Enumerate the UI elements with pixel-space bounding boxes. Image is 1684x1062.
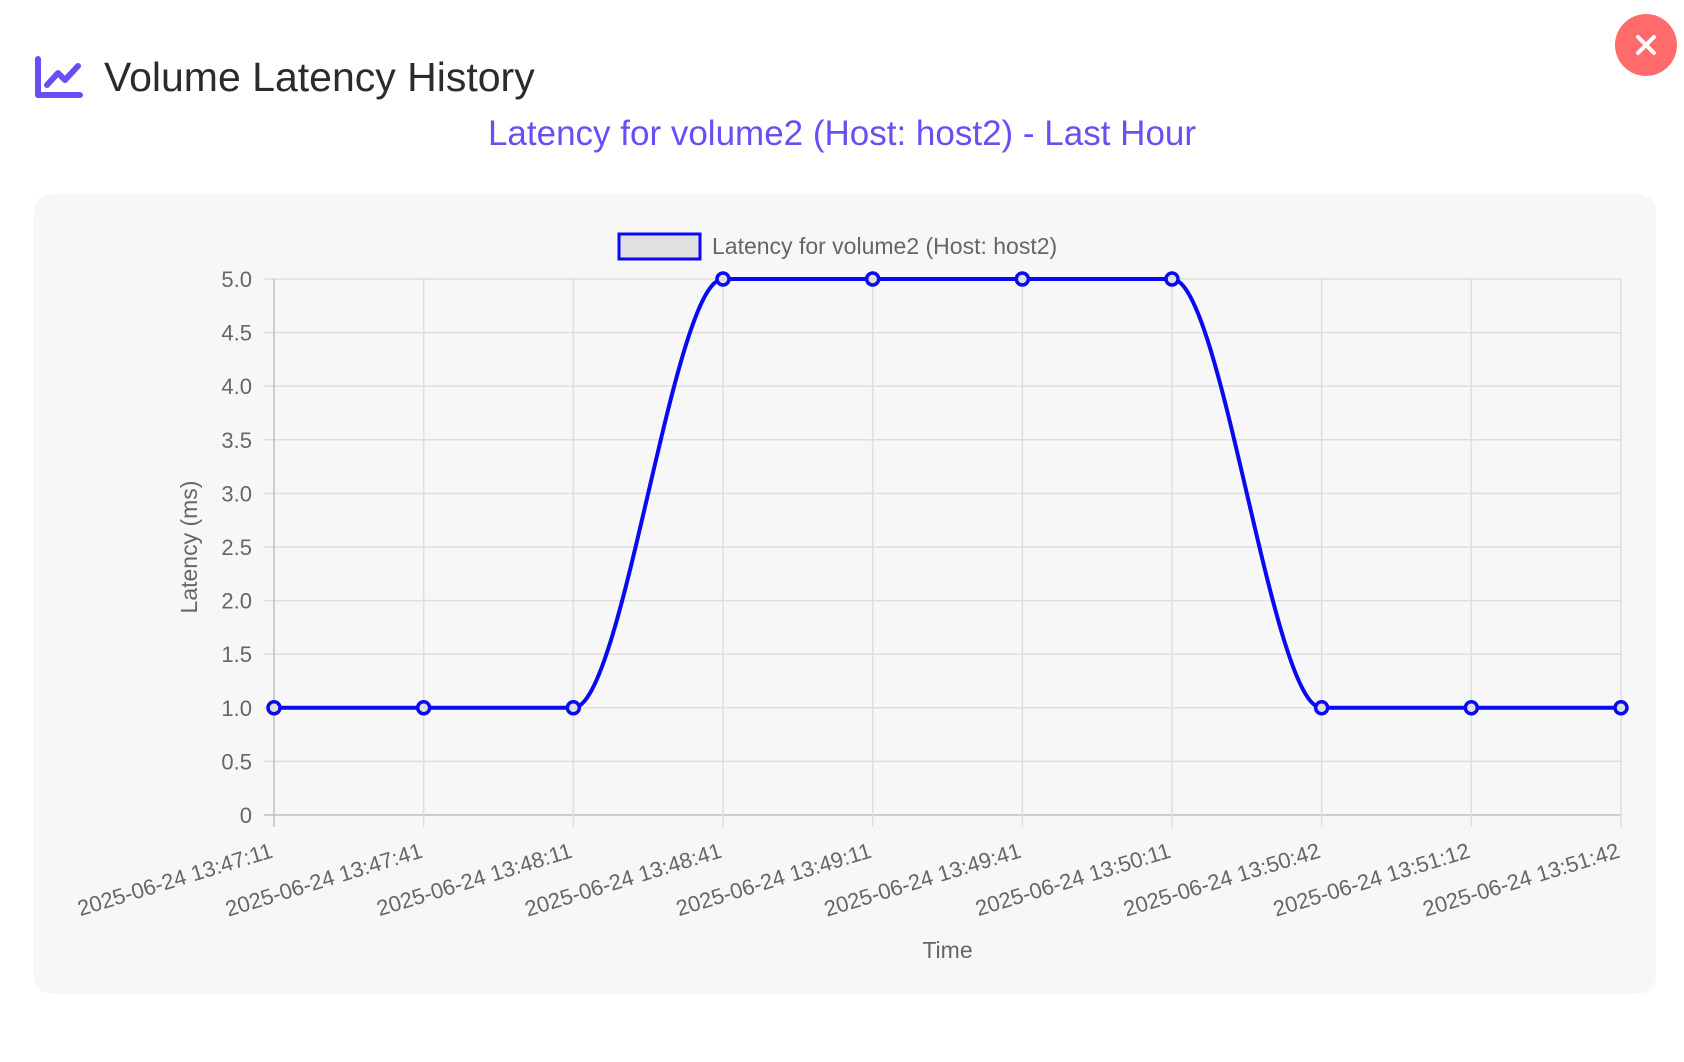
y-tick-label: 2.5 bbox=[221, 535, 252, 560]
line-chart: 00.51.01.52.02.53.03.54.04.55.02025-06-2… bbox=[74, 232, 1629, 963]
y-tick-label: 4.0 bbox=[221, 374, 252, 399]
data-point bbox=[1463, 700, 1480, 716]
data-point bbox=[1313, 700, 1330, 716]
y-tick-label: 4.5 bbox=[221, 321, 252, 346]
data-point bbox=[715, 271, 731, 287]
y-tick-label: 3.0 bbox=[221, 481, 252, 506]
y-tick-label: 0.5 bbox=[221, 749, 252, 774]
x-axis-title: Time bbox=[922, 937, 972, 963]
data-point bbox=[1014, 271, 1031, 287]
data-point bbox=[864, 271, 881, 287]
data-point bbox=[1613, 700, 1629, 716]
data-point bbox=[565, 700, 582, 716]
data-point bbox=[266, 700, 282, 716]
y-tick-label: 1.5 bbox=[221, 642, 252, 667]
legend-label: Latency for volume2 (Host: host2) bbox=[712, 233, 1057, 259]
y-tick-label: 2.0 bbox=[221, 589, 252, 614]
y-tick-label: 0 bbox=[240, 803, 252, 828]
legend-swatch bbox=[617, 232, 702, 261]
y-tick-label: 5.0 bbox=[221, 267, 252, 292]
y-axis-title: Latency (ms) bbox=[176, 481, 202, 614]
data-point bbox=[415, 700, 432, 716]
data-point bbox=[1164, 271, 1180, 287]
y-tick-label: 3.5 bbox=[221, 428, 252, 453]
y-tick-label: 1.0 bbox=[221, 696, 252, 721]
